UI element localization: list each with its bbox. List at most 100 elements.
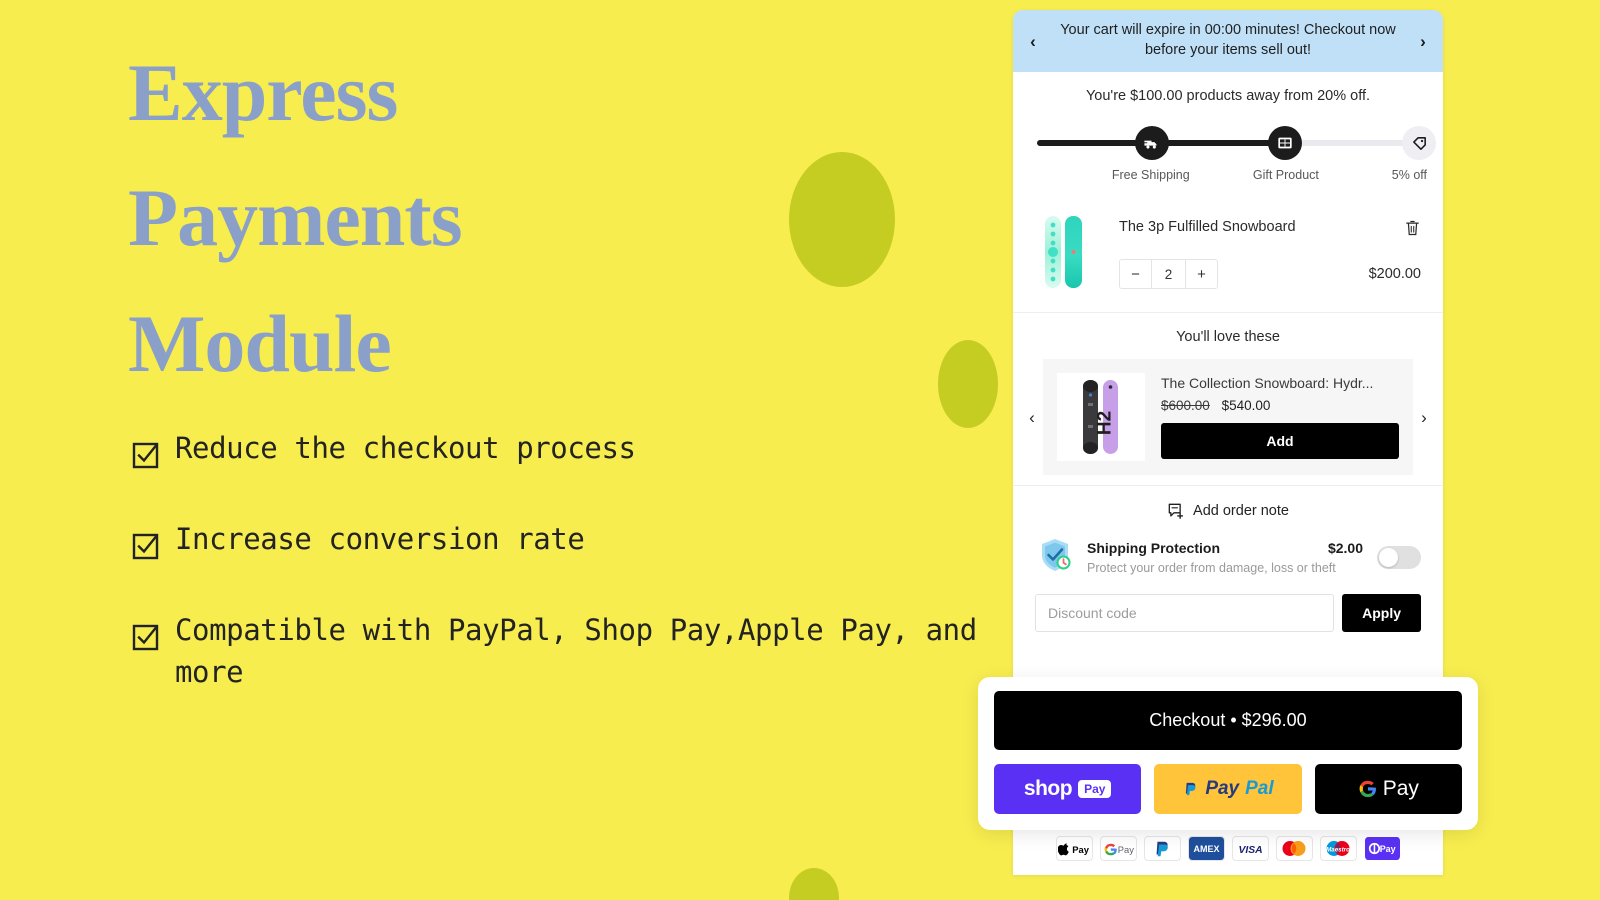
apple-pay-badge: Pay xyxy=(1055,836,1093,861)
checkout-button[interactable]: Checkout • $296.00 xyxy=(994,691,1462,750)
checkbox-checked-icon xyxy=(132,624,159,651)
shop-pay-logo: shop Pay xyxy=(1024,777,1112,801)
shipping-protection-toggle[interactable] xyxy=(1377,546,1421,569)
quantity-decrease-button[interactable]: − xyxy=(1120,260,1151,288)
recommendations-next-button[interactable]: › xyxy=(1413,409,1435,426)
checkbox-checked-icon xyxy=(132,442,159,469)
recommendation-add-button[interactable]: Add xyxy=(1161,423,1399,459)
google-pay-badge: Pay xyxy=(1099,836,1137,861)
quantity-stepper[interactable]: − 2 + xyxy=(1119,259,1218,289)
add-order-note-label: Add order note xyxy=(1193,502,1289,519)
note-add-icon xyxy=(1168,503,1184,519)
checkbox-checked-icon xyxy=(132,533,159,560)
recommendation-compare-price: $600.00 xyxy=(1161,398,1210,413)
cart-line-item: The 3p Fulfilled Snowboard − 2 + $200.00 xyxy=(1013,198,1443,313)
discount-code-input[interactable] xyxy=(1035,594,1335,632)
mastercard-badge xyxy=(1275,836,1313,861)
express-checkout-panel: Checkout • $296.00 shop Pay Pay Pal Pay xyxy=(978,677,1478,830)
shipping-protection-title: Shipping Protection xyxy=(1087,540,1220,556)
svg-text:VISA: VISA xyxy=(1238,844,1262,855)
svg-text:Pay: Pay xyxy=(1379,844,1395,854)
feature-label: Compatible with PayPal, Shop Pay,Apple P… xyxy=(175,613,977,689)
announcement-bar: ‹ Your cart will expire in 00:00 minutes… xyxy=(1013,10,1443,72)
milestone-free-shipping[interactable] xyxy=(1134,126,1169,160)
cart-item-price: $200.00 xyxy=(1368,266,1421,282)
rewards-progress-track xyxy=(1037,126,1436,160)
accepted-payment-methods: Pay Pay AMEX VISA Maestro Pay xyxy=(1013,836,1443,861)
hero-title-line-3: Module xyxy=(128,297,392,389)
feature-item: Reduce the checkout process xyxy=(132,428,1012,469)
shipping-truck-icon xyxy=(1143,140,1157,149)
recommendation-title[interactable]: The Collection Snowboard: Hydr... xyxy=(1161,375,1399,391)
cart-item-title[interactable]: The 3p Fulfilled Snowboard xyxy=(1119,218,1394,237)
add-order-note-button[interactable]: Add order note xyxy=(1035,502,1421,519)
rewards-message: You're $100.00 products away from 20% of… xyxy=(1085,88,1371,104)
gift-icon xyxy=(1278,137,1292,149)
recommendation-info: The Collection Snowboard: Hydr... $600.0… xyxy=(1161,375,1399,459)
page-title: Express Payments Module xyxy=(128,30,988,406)
cart-item-details: The 3p Fulfilled Snowboard − 2 + $200.00 xyxy=(1119,212,1421,289)
announcement-text: Your cart will expire in 00:00 minutes! … xyxy=(1060,22,1396,58)
remove-item-button[interactable] xyxy=(1404,218,1421,242)
recommendation-card: H2 The Collection Snowboard: Hydr... $60… xyxy=(1043,359,1413,475)
recommendations-prev-button[interactable]: ‹ xyxy=(1021,409,1043,426)
feature-label: Increase conversion rate xyxy=(175,522,585,557)
maestro-badge: Maestro xyxy=(1319,836,1357,861)
feature-list: Reduce the checkout process Increase con… xyxy=(132,428,1012,743)
shop-pay-button[interactable]: shop Pay xyxy=(994,764,1142,814)
rewards-progress-section: You're $100.00 products away from 20% of… xyxy=(1013,72,1443,198)
google-pay-logo: Pay xyxy=(1358,777,1419,801)
hero-section: Express Payments Module xyxy=(128,30,988,406)
shop-pay-pill: Pay xyxy=(1078,780,1112,798)
express-payment-buttons: shop Pay Pay Pal Pay xyxy=(994,764,1462,814)
paypal-button[interactable]: Pay Pal xyxy=(1154,764,1302,814)
quantity-increase-button[interactable]: + xyxy=(1186,260,1217,288)
milestone-label-gift-product: Gift Product xyxy=(1252,168,1319,182)
svg-text:Maestro: Maestro xyxy=(1326,846,1350,853)
discount-tag-icon xyxy=(1412,136,1426,150)
shield-check-clock-icon xyxy=(1035,535,1075,580)
feature-label: Reduce the checkout process xyxy=(175,431,636,465)
toggle-knob xyxy=(1379,548,1398,567)
recommendations-heading: You'll love these xyxy=(1176,329,1280,345)
paypal-logo: Pay Pal xyxy=(1182,778,1274,800)
milestone-gift-product[interactable] xyxy=(1268,126,1303,160)
discount-code-row: Apply xyxy=(1035,594,1421,632)
milestone-labels: Free Shipping Gift Product 5% off xyxy=(1035,168,1427,186)
shop-pay-badge: Pay xyxy=(1363,836,1401,861)
trash-icon xyxy=(1406,220,1419,236)
recommendations-section: You'll love these ‹ H2 The Collection Sn… xyxy=(1013,313,1443,485)
shipping-protection-row: Shipping Protection $2.00 Protect your o… xyxy=(1035,535,1421,594)
shop-pay-word: shop xyxy=(1023,777,1073,800)
google-pay-button[interactable]: Pay xyxy=(1314,764,1462,814)
shipping-protection-description: Protect your order from damage, loss or … xyxy=(1087,561,1336,575)
visa-badge: VISA xyxy=(1231,836,1269,861)
recommendation-price: $540.00 xyxy=(1221,398,1271,413)
cart-item-thumbnail[interactable] xyxy=(1035,212,1097,292)
google-g-icon xyxy=(1359,780,1376,798)
announcement-prev-button[interactable]: ‹ xyxy=(1019,33,1047,50)
announcement-next-button[interactable]: › xyxy=(1409,33,1437,50)
recommendation-prices: $600.00 $540.00 xyxy=(1161,398,1399,413)
milestone-label-free-shipping: Free Shipping xyxy=(1111,168,1190,182)
background-blob xyxy=(789,868,839,900)
paypal-word-1: Pay xyxy=(1205,778,1240,799)
cart-footer: Add order note Shipping Protection $2.00… xyxy=(1013,485,1443,632)
milestone-label-discount: 5% off xyxy=(1391,168,1428,182)
svg-text:H2: H2 xyxy=(1095,411,1116,435)
recommendation-thumbnail[interactable]: H2 xyxy=(1057,373,1145,461)
hero-title-line-1: Express xyxy=(128,47,398,138)
feature-item: Increase conversion rate xyxy=(132,519,1012,560)
paypal-p-icon xyxy=(1186,782,1196,796)
paypal-word-2: Pal xyxy=(1245,778,1274,799)
svg-text:Pay: Pay xyxy=(1072,844,1089,854)
milestone-discount[interactable] xyxy=(1402,126,1436,160)
hero-title-line-2: Payments xyxy=(128,172,463,264)
apply-discount-button[interactable]: Apply xyxy=(1342,594,1421,632)
shipping-protection-price: $2.00 xyxy=(1327,540,1363,556)
amex-badge: AMEX xyxy=(1187,836,1225,861)
feature-item: Compatible with PayPal, Shop Pay,Apple P… xyxy=(132,610,1012,692)
svg-text:Pay: Pay xyxy=(1117,844,1133,854)
paypal-badge xyxy=(1143,836,1181,861)
svg-text:AMEX: AMEX xyxy=(1193,844,1219,854)
